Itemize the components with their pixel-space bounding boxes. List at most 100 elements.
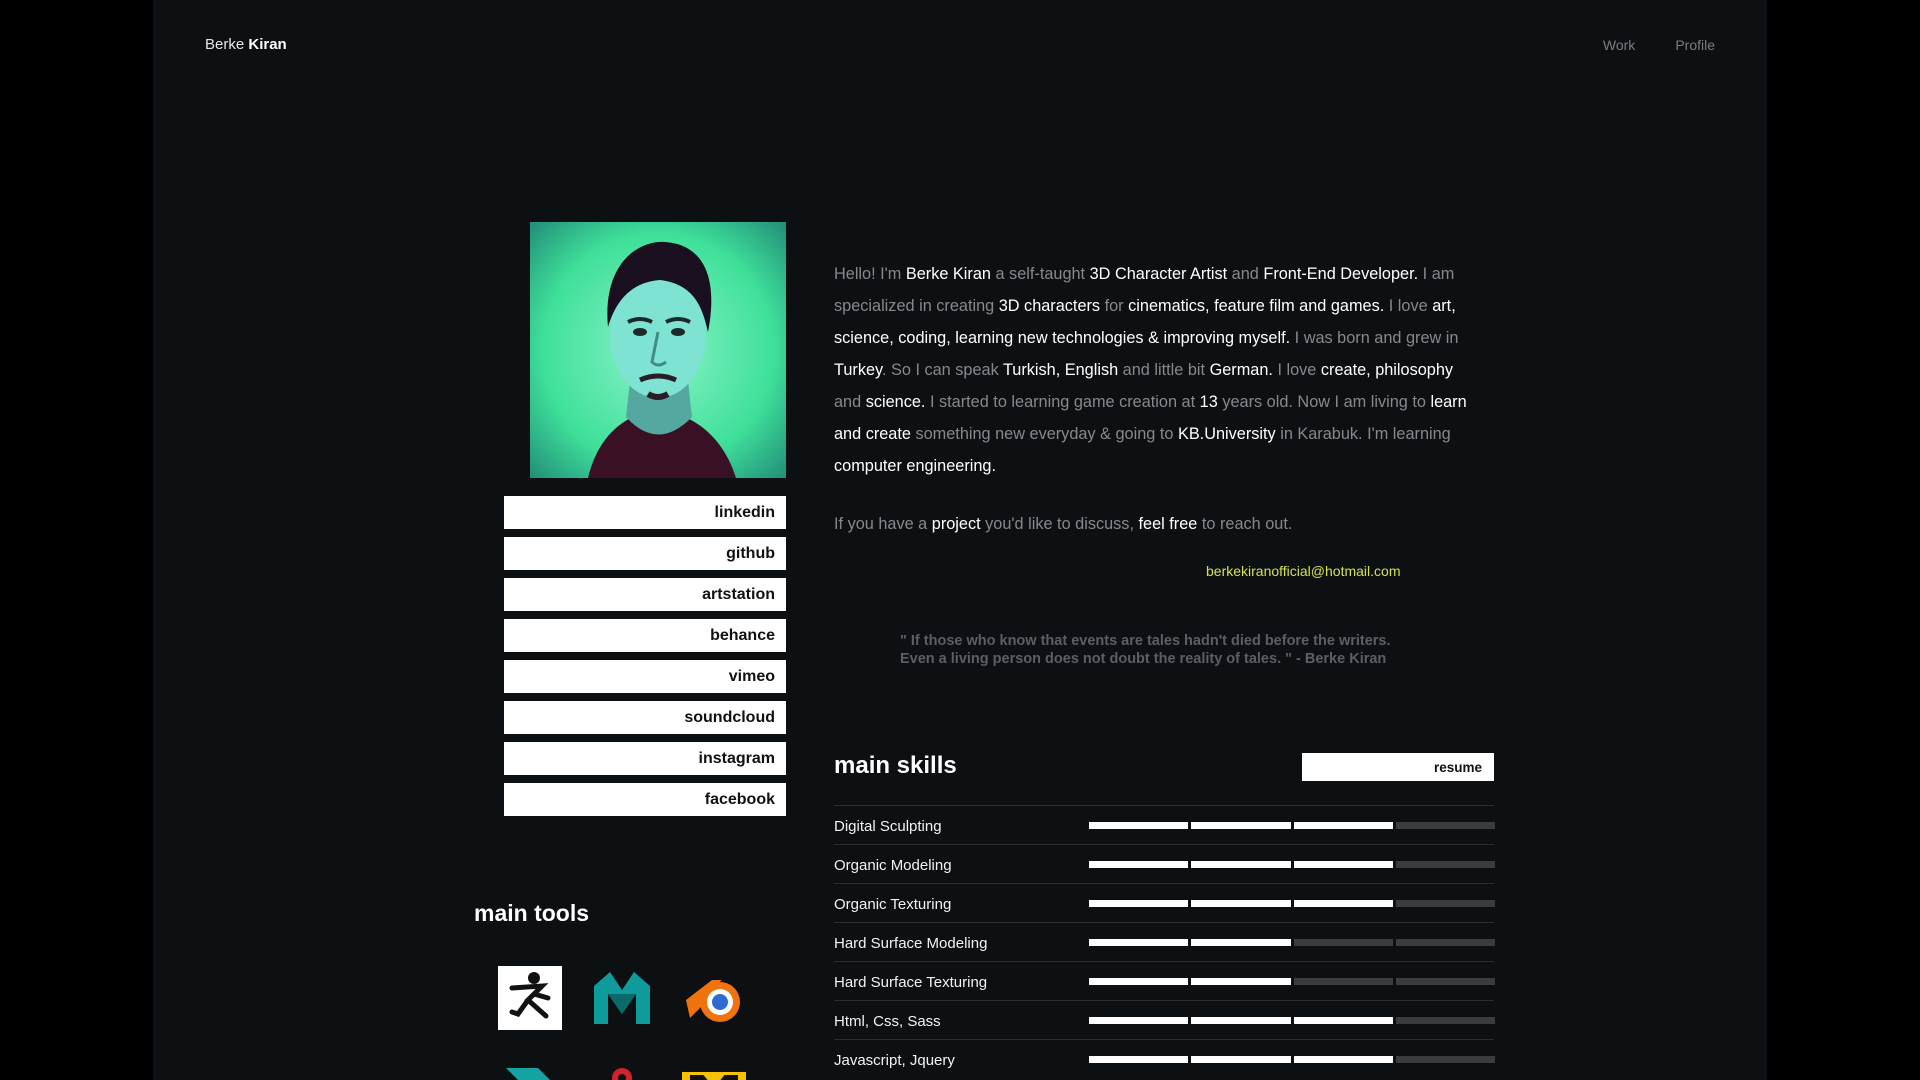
skill-level-segment [1293, 978, 1393, 985]
bio-text-segment: and little bit [1118, 361, 1210, 379]
blender-icon [682, 966, 746, 1030]
skill-level-segment [1395, 939, 1495, 946]
bio-text-segment: in Karabuk. I'm learning [1275, 425, 1451, 443]
bio-text-segment: something new everyday & going to [910, 425, 1178, 443]
skill-row: Hard Surface Modeling [834, 922, 1495, 961]
bio-text-segment: 3D Character Artist [1089, 265, 1228, 283]
skill-level-segment [1293, 861, 1393, 868]
skill-level-bar [1089, 978, 1495, 985]
skill-level-segment [1089, 1017, 1189, 1024]
skill-level-segment [1395, 900, 1495, 907]
skill-level-bar [1089, 1017, 1495, 1024]
skill-row: Hard Surface Texturing [834, 961, 1495, 1000]
social-facebook[interactable]: facebook [504, 783, 786, 816]
page: Berke Kiran Work Profile linkedin github… [153, 0, 1767, 1080]
maya-icon [590, 966, 654, 1030]
brand-last: Kiran [248, 36, 287, 53]
substance-icon [590, 1058, 654, 1080]
email-link[interactable]: berkekiranofficial@hotmail.com [1206, 563, 1400, 579]
bio-text-segment: I love [1272, 361, 1321, 379]
brand-first: Berke [205, 36, 245, 53]
skill-level-segment [1293, 1056, 1393, 1063]
skill-level-segment [1293, 939, 1393, 946]
bio-text-segment: science. [865, 393, 926, 411]
bio-text-segment: Berke Kiran [905, 265, 991, 283]
social-github[interactable]: github [504, 537, 786, 570]
discuss-line: If you have a project you'd like to disc… [834, 515, 1292, 534]
social-artstation[interactable]: artstation [504, 578, 786, 611]
skill-label: Hard Surface Modeling [834, 935, 988, 952]
skill-level-segment [1293, 822, 1393, 829]
skill-level-segment [1089, 939, 1189, 946]
brand-logo[interactable]: Berke Kiran [205, 36, 287, 53]
skill-level-segment [1089, 900, 1189, 907]
quote-line-1: " If those who know that events are tale… [900, 633, 1391, 649]
skills-title: main skills [834, 752, 957, 779]
bio-text-segment: 3D characters [998, 297, 1101, 315]
skills-list: Digital Sculpting Organic Modeling Organic… [834, 805, 1495, 1078]
skill-label: Digital Sculpting [834, 818, 942, 835]
bio-text-segment: create, philosophy [1320, 361, 1454, 379]
skill-level-bar [1089, 861, 1495, 868]
bio-text-segment: KB.University [1177, 425, 1276, 443]
quote-line-2: Even a living person does not doubt the … [900, 651, 1387, 667]
skill-level-bar [1089, 939, 1495, 946]
bio-text-segment: . So I can speak [881, 361, 1003, 379]
bio-text-segment: I started to learning game creation at [925, 393, 1200, 411]
bio-text-segment: you'd like to discuss, [980, 515, 1139, 533]
bio-text-segment: Hello! I'm [834, 265, 906, 283]
bio-paragraph: Hello! I'm Berke Kiran a self-taught 3D … [834, 258, 1474, 482]
skill-label: Html, Css, Sass [834, 1013, 941, 1030]
social-linkedin[interactable]: linkedin [504, 496, 786, 529]
bio-text-segment: 13 [1199, 393, 1218, 411]
skill-row: Html, Css, Sass [834, 1000, 1495, 1039]
resume-button[interactable]: resume [1302, 753, 1494, 781]
social-behance[interactable]: behance [504, 619, 786, 652]
bio-text-segment: German. [1209, 361, 1273, 379]
skill-level-segment [1293, 1017, 1393, 1024]
skill-row: Organic Modeling [834, 844, 1495, 883]
skill-level-bar [1089, 822, 1495, 829]
bio-text-segment: If you have a [834, 515, 932, 533]
bio-text-segment: Turkey [834, 361, 882, 379]
skill-level-segment [1191, 861, 1291, 868]
skill-label: Organic Texturing [834, 896, 952, 913]
skill-label: Javascript, Jquery [834, 1052, 955, 1069]
skill-level-segment [1191, 939, 1291, 946]
skill-level-segment [1395, 978, 1495, 985]
social-instagram[interactable]: instagram [504, 742, 786, 775]
tools-title: main tools [474, 900, 590, 926]
social-soundcloud[interactable]: soundcloud [504, 701, 786, 734]
skill-level-bar [1089, 900, 1495, 907]
skill-level-segment [1089, 861, 1189, 868]
skill-row: Digital Sculpting [834, 805, 1495, 844]
quote: " If those who know that events are tale… [900, 632, 1391, 668]
skill-level-bar [1089, 1056, 1495, 1063]
bio-text-segment: to reach out. [1197, 515, 1293, 533]
skill-level-segment [1395, 1056, 1495, 1063]
bio-text-segment: I was born and grew in [1290, 329, 1459, 347]
skill-label: Hard Surface Texturing [834, 974, 988, 991]
marmoset-icon [682, 1058, 746, 1080]
bio-text-segment: I love [1384, 297, 1433, 315]
social-links: linkedin github artstation behance vimeo… [504, 496, 786, 824]
skill-level-segment [1191, 900, 1291, 907]
bio-text-segment: Turkish, English [1002, 361, 1119, 379]
skill-level-segment [1395, 861, 1495, 868]
social-vimeo[interactable]: vimeo [504, 660, 786, 693]
skill-row: Javascript, Jquery [834, 1039, 1495, 1078]
bio-text-segment: and [834, 393, 866, 411]
skill-level-segment [1191, 1017, 1291, 1024]
zbrush-icon [498, 966, 562, 1030]
bio-text-segment: a self-taught [990, 265, 1090, 283]
nav-work[interactable]: Work [1603, 37, 1635, 53]
nav-profile[interactable]: Profile [1675, 37, 1715, 53]
bio-text-segment: for [1100, 297, 1129, 315]
skill-level-segment [1191, 978, 1291, 985]
top-nav: Work Profile [1603, 37, 1715, 53]
bio-text-segment: and [1227, 265, 1264, 283]
skill-level-segment [1191, 822, 1291, 829]
skill-level-segment [1089, 1056, 1189, 1063]
skill-level-segment [1089, 978, 1189, 985]
bio-text-segment: cinematics, feature film and games. [1128, 297, 1385, 315]
